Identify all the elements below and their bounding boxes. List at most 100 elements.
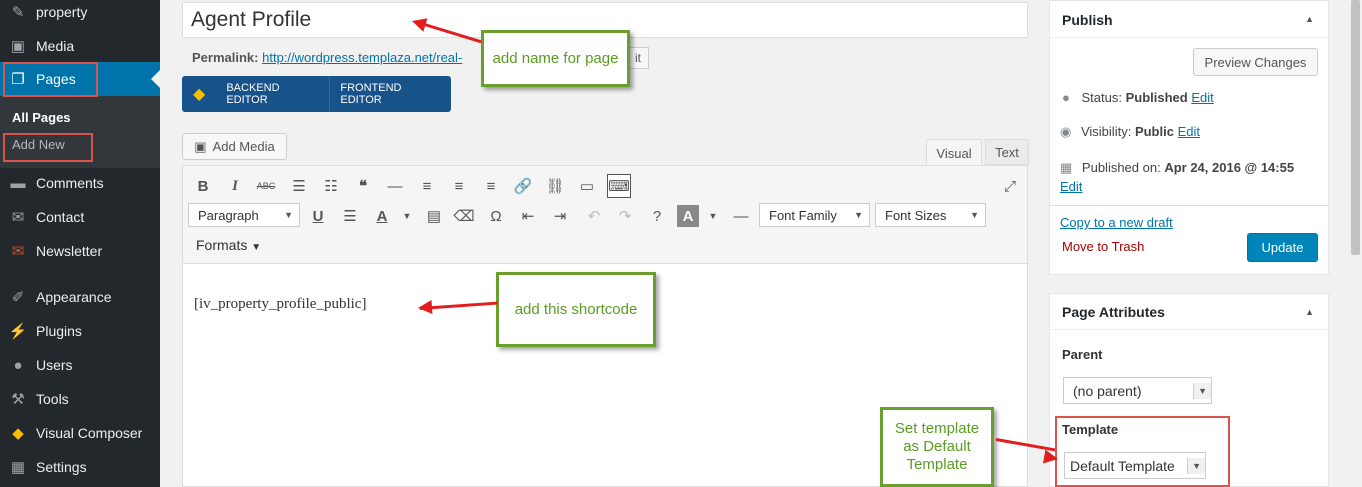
paste-text-icon[interactable]: ▤ xyxy=(423,205,445,227)
menu-plugins[interactable]: ⚡ Plugins xyxy=(0,314,160,348)
link-icon[interactable]: 🔗 xyxy=(512,175,534,197)
divider xyxy=(1050,329,1328,330)
edit-slug-button[interactable]: it xyxy=(627,47,649,69)
arrow-head xyxy=(1042,449,1060,466)
parent-label: Parent xyxy=(1062,347,1103,362)
italic-icon[interactable]: I xyxy=(224,175,246,197)
paragraph-format-select[interactable]: Paragraph ▼ xyxy=(188,203,300,227)
tab-text[interactable]: Text xyxy=(985,139,1029,165)
menu-tools[interactable]: ⚒ Tools xyxy=(0,382,160,416)
underline-icon[interactable]: U xyxy=(307,205,329,227)
collapse-arrow-icon[interactable]: ▲ xyxy=(1305,307,1314,317)
menu-contact[interactable]: ✉ Contact xyxy=(0,200,160,234)
comments-icon: ▬ xyxy=(10,174,26,192)
unlink-icon[interactable]: ⛓ xyxy=(544,175,566,197)
scrollbar[interactable] xyxy=(1349,0,1362,487)
scrollbar-thumb[interactable] xyxy=(1351,0,1360,255)
help-icon[interactable]: ? xyxy=(646,205,668,227)
permalink-link[interactable]: http://wordpress.templaza.net/real- xyxy=(262,50,462,65)
annotation-template: Set template as Default Template xyxy=(880,407,994,487)
chevron-down-icon: ▼ xyxy=(1193,382,1211,399)
menu-settings[interactable]: ▦ Settings xyxy=(0,450,160,484)
formats-menu[interactable]: Formats ▼ xyxy=(196,237,261,253)
edit-visibility-link[interactable]: Edit xyxy=(1178,124,1200,139)
annotation-shortcode: add this shortcode xyxy=(496,272,656,347)
wrench-icon: ⚒ xyxy=(11,391,25,408)
horizontal-line-icon[interactable]: — xyxy=(384,175,406,197)
menu-newsletter[interactable]: ✉ Newsletter xyxy=(0,234,160,268)
arrow-head xyxy=(417,300,433,315)
text-color-icon[interactable]: A xyxy=(371,205,393,227)
page-attributes-title: Page Attributes xyxy=(1062,304,1165,320)
pin-icon: ✎ xyxy=(11,4,25,21)
justify-icon[interactable]: ☰ xyxy=(339,205,361,227)
clear-formatting-icon[interactable]: ⌫ xyxy=(453,205,475,227)
status-row: ● Status: Published Edit xyxy=(1062,90,1214,105)
plugin-icon: ⚡ xyxy=(8,323,28,340)
published-on-row: ▦ Published on: Apr 24, 2016 @ 14:55 Edi… xyxy=(1060,160,1295,194)
align-left-icon[interactable]: ≡ xyxy=(416,175,438,197)
envelope-icon: ✉ xyxy=(11,209,25,226)
chevron-down-icon: ▼ xyxy=(284,210,293,220)
strikethrough-icon[interactable]: ABC xyxy=(255,175,277,197)
collapse-arrow-icon[interactable]: ▲ xyxy=(1305,14,1314,24)
editor-content[interactable]: [iv_property_profile_public] xyxy=(194,296,366,313)
move-to-trash-link[interactable]: Move to Trash xyxy=(1062,239,1144,254)
menu-comments[interactable]: ▬ Comments xyxy=(0,166,160,200)
align-right-icon[interactable]: ≡ xyxy=(480,175,502,197)
chevron-down-icon[interactable]: ▼ xyxy=(396,205,418,227)
pin-icon: ● xyxy=(1062,90,1070,105)
menu-users[interactable]: ● Users xyxy=(0,348,160,382)
permalink: Permalink: http://wordpress.templaza.net… xyxy=(192,50,463,65)
copy-to-draft-link[interactable]: Copy to a new draft xyxy=(1060,215,1173,230)
vc-logo-icon: ◆ xyxy=(12,425,24,442)
undo-icon[interactable]: ↶ xyxy=(583,205,605,227)
annotation-name: add name for page xyxy=(481,30,630,87)
menu-appearance[interactable]: ✐ Appearance xyxy=(0,280,160,314)
vc-editor-bar: ◆ BACKEND EDITOR FRONTEND EDITOR xyxy=(182,76,451,112)
preview-changes-button[interactable]: Preview Changes xyxy=(1193,48,1318,76)
chevron-down-icon: ▼ xyxy=(970,210,979,220)
horizontal-rule-icon[interactable]: — xyxy=(730,205,752,227)
media-icon: ▣ xyxy=(10,38,26,55)
background-color-icon[interactable]: A xyxy=(677,205,699,227)
outdent-icon[interactable]: ⇤ xyxy=(517,205,539,227)
editor-toolbar: B I ABC ☰ ☷ ❝ — ≡ ≡ ≡ 🔗 ⛓ ▭ ⌨ ⤢ Paragrap… xyxy=(183,166,1027,264)
highlight-pages-menu xyxy=(3,62,98,97)
font-family-select[interactable]: Font Family ▼ xyxy=(759,203,870,227)
edit-status-link[interactable]: Edit xyxy=(1191,90,1213,105)
menu-property[interactable]: ✎ property xyxy=(0,0,160,29)
update-button[interactable]: Update xyxy=(1247,233,1318,262)
font-sizes-select[interactable]: Font Sizes ▼ xyxy=(875,203,986,227)
settings-icon: ▦ xyxy=(10,459,26,476)
media-icon: ▣ xyxy=(194,138,207,154)
frontend-editor-button[interactable]: FRONTEND EDITOR xyxy=(330,82,451,106)
parent-select[interactable]: (no parent) ▼ xyxy=(1063,377,1212,404)
fullscreen-icon[interactable]: ⤢ xyxy=(999,175,1021,197)
eye-icon: ◉ xyxy=(1060,124,1072,139)
divider xyxy=(1050,205,1328,206)
redo-icon[interactable]: ↷ xyxy=(614,205,636,227)
add-media-button[interactable]: ▣ Add Media xyxy=(182,133,287,160)
bold-icon[interactable]: B xyxy=(192,175,214,197)
calendar-icon: ▦ xyxy=(1060,160,1073,175)
indent-icon[interactable]: ⇥ xyxy=(549,205,571,227)
tab-visual[interactable]: Visual xyxy=(926,139,982,166)
backend-editor-button[interactable]: BACKEND EDITOR xyxy=(216,76,331,112)
chevron-down-icon[interactable]: ▼ xyxy=(702,205,724,227)
toolbar-toggle-icon[interactable]: ⌨ xyxy=(607,174,631,198)
caret-down-icon: ▼ xyxy=(251,242,262,253)
menu-media[interactable]: ▣ Media xyxy=(0,29,160,63)
edit-date-link[interactable]: Edit xyxy=(1060,179,1082,194)
visibility-row: ◉ Visibility: Public Edit xyxy=(1060,124,1200,139)
menu-visual-composer[interactable]: ◆ Visual Composer xyxy=(0,416,160,450)
blockquote-icon[interactable]: ❝ xyxy=(352,175,374,197)
numbered-list-icon[interactable]: ☷ xyxy=(320,175,342,197)
special-character-icon[interactable]: Ω xyxy=(485,205,507,227)
bullet-list-icon[interactable]: ☰ xyxy=(288,175,310,197)
paintbrush-icon: ✐ xyxy=(11,289,25,306)
submenu-all-pages[interactable]: All Pages xyxy=(12,110,71,125)
align-center-icon[interactable]: ≡ xyxy=(448,175,470,197)
chevron-down-icon: ▼ xyxy=(854,210,863,220)
read-more-icon[interactable]: ▭ xyxy=(576,175,598,197)
